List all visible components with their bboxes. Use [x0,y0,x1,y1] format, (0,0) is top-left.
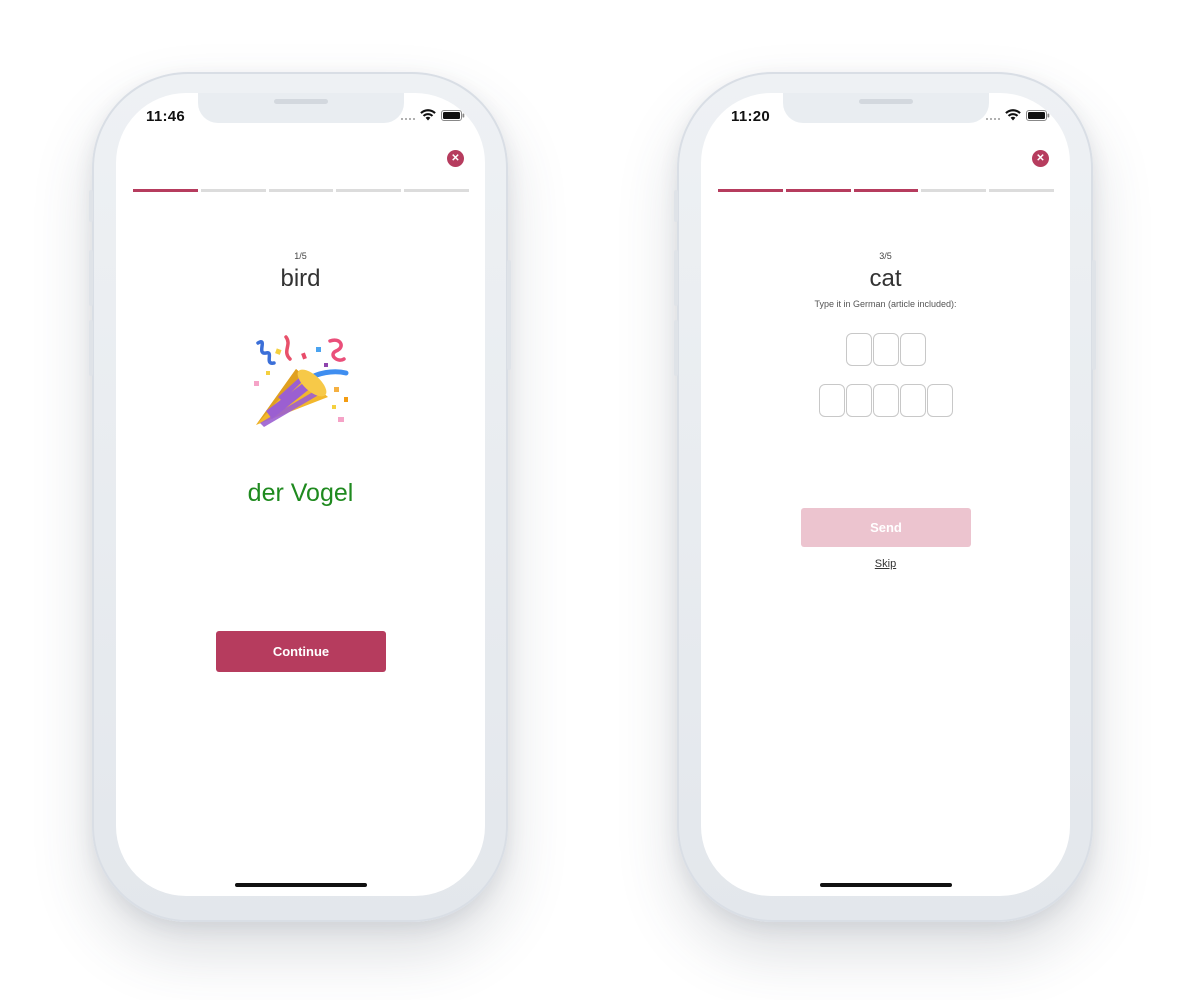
progress-segment [989,189,1054,192]
status-time: 11:46 [146,108,186,125]
notch [198,93,404,123]
progress-segment [785,189,851,192]
close-icon: ✕ [1036,152,1045,164]
close-button[interactable]: ✕ [1032,150,1049,167]
battery-icon [441,109,465,121]
skip-link[interactable]: Skip [701,558,1070,570]
wifi-icon [420,109,436,121]
lesson-progress-bar [718,189,1054,192]
phone-frame-left: 11:46 ✕ 1/5 bird der Vogel Continue [89,72,511,922]
continue-button[interactable]: Continue [216,631,386,672]
article-letter-row [701,333,1070,366]
letter-input-box[interactable] [926,384,953,417]
progress-segment [336,189,402,192]
prompt-word: cat [869,265,902,292]
phone-frame-right: 11:20 ✕ 3/5 cat Type it in German (artic… [674,72,1096,922]
side-button [674,190,678,222]
side-button [1092,260,1096,370]
translation-answer: der Vogel [247,479,354,507]
progress-segment [268,189,334,192]
party-popper-icon [254,335,349,427]
letter-input-box[interactable] [845,333,872,366]
progress-segment [921,189,987,192]
close-button[interactable]: ✕ [447,150,464,167]
letter-input-box[interactable] [872,333,899,366]
speaker [859,99,913,104]
side-button [89,250,93,306]
signal-dots-icon [986,110,1000,120]
battery-icon [1026,109,1050,121]
signal-dots-icon [401,110,415,120]
send-button[interactable]: Send [801,508,971,547]
screen: 11:46 ✕ 1/5 bird der Vogel Continue [116,93,485,896]
status-time: 11:20 [731,108,771,125]
home-indicator[interactable] [820,883,952,887]
side-button [89,320,93,376]
side-button [507,260,511,370]
side-button [89,190,93,222]
instruction-text: Type it in German (article included): [814,299,957,309]
noun-letter-row [701,384,1070,417]
progress-segment [718,189,783,192]
prompt-word: bird [280,265,321,292]
status-icons [401,109,465,121]
close-icon: ✕ [451,152,460,164]
side-button [674,250,678,306]
letter-input-box[interactable] [872,384,899,417]
question-counter: 3/5 [879,251,892,261]
lesson-progress-bar [133,189,469,192]
letter-input-box[interactable] [899,384,926,417]
progress-segment [404,189,469,192]
status-icons [986,109,1050,121]
letter-input-box[interactable] [818,384,845,417]
progress-segment [853,189,919,192]
side-button [674,320,678,376]
home-indicator[interactable] [235,883,367,887]
letter-input-box[interactable] [845,384,872,417]
letter-input-box[interactable] [899,333,926,366]
speaker [274,99,328,104]
notch [783,93,989,123]
wifi-icon [1005,109,1021,121]
screen: 11:20 ✕ 3/5 cat Type it in German (artic… [701,93,1070,896]
progress-segment [200,189,266,192]
progress-segment [133,189,198,192]
question-counter: 1/5 [294,251,307,261]
